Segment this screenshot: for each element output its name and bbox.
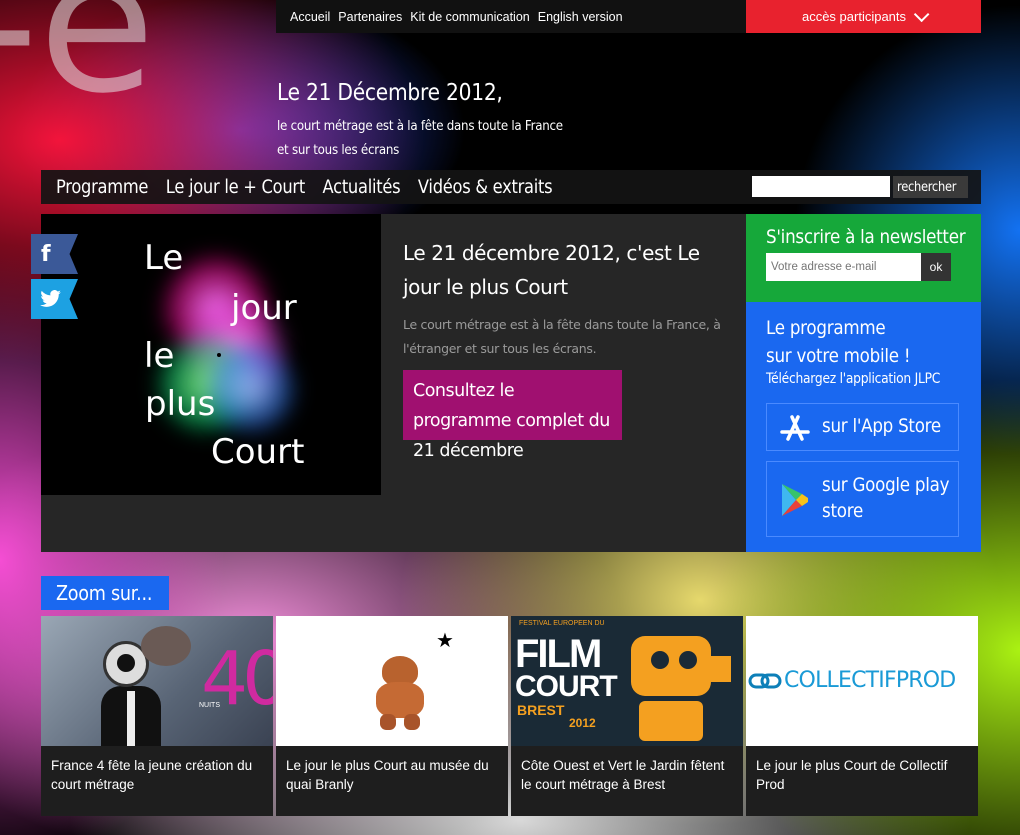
- feature-image-word: Le: [144, 238, 184, 278]
- zoom-card[interactable]: 40 NUITS France 4 fête la jeune création…: [41, 616, 273, 816]
- google-play-label-line2: store: [822, 500, 863, 522]
- card-image-city: BREST: [517, 702, 565, 718]
- collectifprod-logo-text: COLLECTIFPROD: [784, 668, 956, 693]
- zoom-section-title: Zoom sur...: [41, 576, 169, 610]
- card-caption: France 4 fête la jeune création du court…: [41, 746, 273, 816]
- card-image-france4: 40 NUITS: [41, 616, 273, 746]
- star-icon: ★: [436, 630, 454, 652]
- twitter-share-button[interactable]: [31, 279, 78, 319]
- google-play-label-line1: sur Google play: [822, 474, 950, 496]
- search-input[interactable]: [752, 176, 890, 197]
- card-caption: Côte Ouest et Vert le Jardin fêtent le c…: [511, 746, 743, 816]
- topnav-link-partenaires[interactable]: Partenaires: [338, 10, 402, 24]
- card-image-branly: ★: [276, 616, 508, 746]
- card-image-collectifprod: COLLECTIFPROD: [746, 616, 978, 746]
- app-store-icon: [780, 415, 810, 441]
- zoom-card[interactable]: COLLECTIFPROD Le jour le plus Court de C…: [746, 616, 978, 816]
- top-navigation: Accueil Partenaires Kit de communication…: [276, 0, 746, 33]
- mobile-subtitle: Téléchargez l'application JLPC: [766, 371, 941, 387]
- card-caption: Le jour le plus Court de Collectif Prod: [746, 746, 978, 816]
- app-store-label: sur l'App Store: [822, 415, 941, 437]
- feature-image-word: jour: [231, 288, 297, 328]
- feature-image-word: le: [144, 336, 175, 376]
- feature-image-word: plus: [145, 384, 216, 424]
- background-letter-decoration: -e: [0, 0, 156, 135]
- programme-cta-button[interactable]: Consultez le programme complet du 21 déc…: [403, 370, 622, 461]
- card-image-text: FESTIVAL EUROPEEN DU: [519, 620, 605, 627]
- card-image-text: NUITS: [199, 702, 220, 709]
- hero-subtitle-line1: le court métrage est à la fête dans tout…: [277, 118, 563, 134]
- feature-image[interactable]: Le jour le plus Court: [41, 214, 381, 495]
- google-play-icon: [782, 484, 808, 516]
- feature-title-text: Le 21 décembre 2012, c'est Le jour le pl…: [403, 241, 700, 299]
- acces-participants-label: accès participants: [801, 9, 907, 24]
- card-image-number: 40: [201, 636, 273, 722]
- card-image-brest: FESTIVAL EUROPEEN DU FILM COURT BREST 20…: [511, 616, 743, 746]
- feature-title[interactable]: Le 21 décembre 2012, c'est Le jour le pl…: [403, 236, 733, 304]
- search-button[interactable]: rechercher: [893, 176, 968, 198]
- card-image-year: 2012: [569, 716, 596, 730]
- mobile-title-line2: sur votre mobile !: [766, 345, 911, 367]
- zoom-card[interactable]: FESTIVAL EUROPEEN DU FILM COURT BREST 20…: [511, 616, 743, 816]
- acces-participants-button[interactable]: accès participants: [746, 0, 981, 33]
- facebook-icon: f: [41, 241, 51, 267]
- nav-item-le-jour[interactable]: Le jour le + Court: [166, 177, 305, 198]
- app-store-button[interactable]: sur l'App Store: [766, 403, 959, 451]
- card-caption: Le jour le plus Court au musée du quai B…: [276, 746, 508, 816]
- newsletter-ok-button[interactable]: ok: [921, 253, 951, 281]
- nav-item-videos[interactable]: Vidéos & extraits: [418, 177, 553, 198]
- zoom-card[interactable]: ★ Le jour le plus Court au musée du quai…: [276, 616, 508, 816]
- chain-link-icon: [748, 673, 782, 689]
- newsletter-email-input[interactable]: [766, 253, 921, 281]
- feature-image-word: Court: [211, 432, 305, 472]
- mobile-title-line1: Le programme: [766, 317, 886, 339]
- hero-title: Le 21 Décembre 2012,: [277, 80, 503, 106]
- feature-description-text: Le court métrage est à la fête dans tout…: [403, 317, 721, 356]
- facebook-share-button[interactable]: f: [31, 234, 78, 274]
- hero-subtitle-line2: et sur tous les écrans: [277, 142, 400, 158]
- twitter-icon: [40, 290, 61, 307]
- nav-item-actualites[interactable]: Actualités: [323, 177, 401, 198]
- topnav-link-english[interactable]: English version: [538, 10, 623, 24]
- nav-item-programme[interactable]: Programme: [56, 177, 148, 198]
- google-play-button[interactable]: sur Google play store: [766, 461, 959, 537]
- newsletter-title: S'inscrire à la newsletter: [766, 226, 966, 248]
- hero-subtitle: le court métrage est à la fête dans tout…: [277, 114, 563, 162]
- mobile-title: Le programme sur votre mobile !: [766, 314, 911, 370]
- zoom-title-text: Zoom sur...: [56, 581, 153, 605]
- search-button-label: rechercher: [896, 179, 957, 195]
- newsletter-ok-label: ok: [929, 260, 943, 274]
- chevron-down-icon: [913, 6, 930, 23]
- topnav-link-kit[interactable]: Kit de communication: [410, 10, 530, 24]
- topnav-link-accueil[interactable]: Accueil: [290, 10, 330, 24]
- feature-description: Le court métrage est à la fête dans tout…: [403, 313, 723, 361]
- card-image-title: COURT: [515, 670, 618, 703]
